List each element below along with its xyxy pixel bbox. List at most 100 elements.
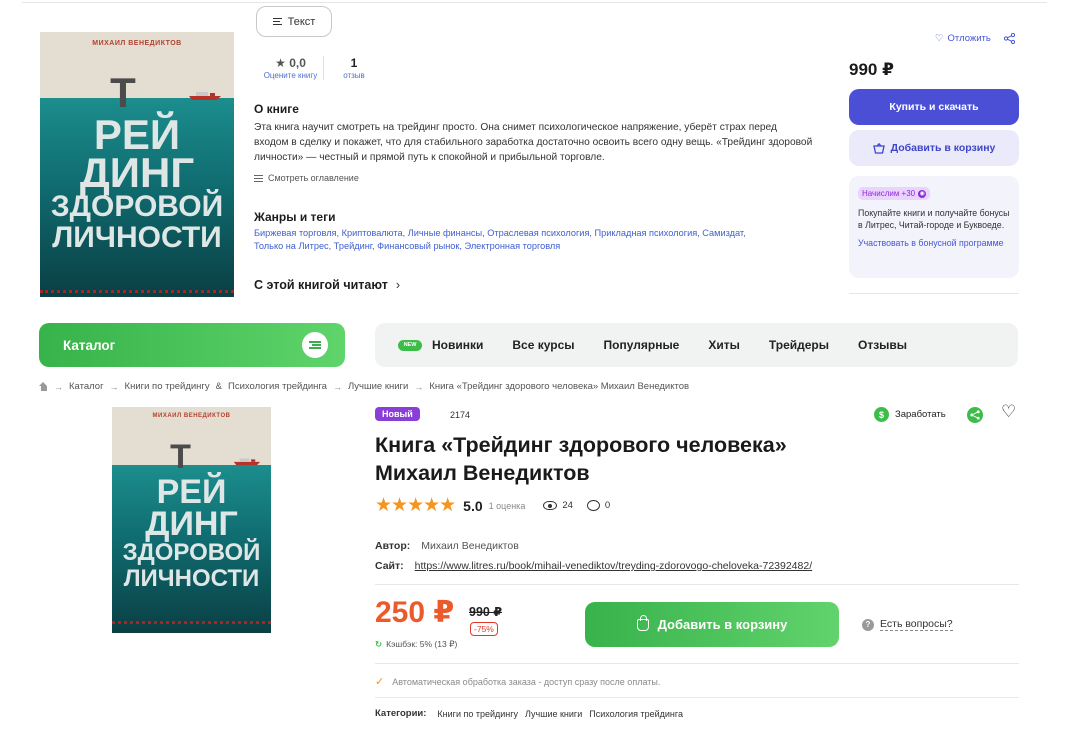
bonus-card: Начислим +30 ◉ Покупайте книги и получай…	[849, 176, 1019, 278]
author-label: Автор:	[375, 540, 411, 552]
reviews-block[interactable]: 1 отзыв	[334, 56, 374, 80]
auto-note-text: Автоматическая обработка заказа - доступ…	[392, 676, 661, 687]
eye-icon	[543, 501, 558, 510]
catalog-button[interactable]: Каталог	[39, 323, 345, 367]
divider	[375, 663, 1019, 664]
home-icon[interactable]	[39, 382, 48, 391]
text-format-button[interactable]: Текст	[256, 6, 332, 37]
reviews-count: 1	[350, 56, 358, 70]
star-rating-icon[interactable]: ★★★★★	[375, 496, 456, 515]
divider	[849, 293, 1019, 294]
cashback-info: ↻ Кэшбэк: 5% (13 ₽)	[375, 639, 457, 650]
text-format-label: Текст	[287, 15, 316, 28]
book-cover-shop[interactable]: МИХАИЛ ВЕНЕДИКТОВ Т РЕЙ ДИНГ ЗДОРОВОЙ ЛИ…	[112, 407, 271, 633]
questions-label: Есть вопросы?	[880, 618, 953, 631]
litres-add-to-cart-button[interactable]: Добавить в корзину	[849, 130, 1019, 166]
bag-icon	[636, 614, 649, 631]
article-number: 2174	[450, 410, 471, 420]
tag-link[interactable]: Биржевая торговля	[254, 228, 337, 238]
heart-icon[interactable]: ♡	[1001, 403, 1016, 420]
check-icon: ✓	[375, 676, 385, 688]
earn-label: Заработать	[895, 409, 946, 420]
defer-button[interactable]: ♡ Отложить	[935, 33, 991, 44]
new-badge: NEW	[398, 339, 422, 351]
tag-link[interactable]: Электронная торговля	[465, 241, 561, 251]
tag-link[interactable]: Криптовалюта	[342, 228, 403, 238]
old-price: 990 ₽	[469, 605, 503, 619]
cover-title-line5: ЛИЧНОСТИ	[52, 221, 222, 254]
filter-menu-icon	[302, 332, 328, 358]
tag-link[interactable]: Прикладная психология	[595, 228, 698, 238]
nav-item-popular[interactable]: Популярные	[604, 338, 680, 352]
earn-link[interactable]: $ Заработать	[874, 407, 946, 422]
breadcrumb-item[interactable]: Книги по трейдингу	[125, 381, 210, 392]
cover-title-line4: ЗДОРОВОЙ	[50, 190, 224, 223]
toc-link[interactable]: Смотреть оглавление	[254, 173, 359, 183]
tag-link[interactable]: Самиздат	[702, 228, 743, 238]
book-cover-litres[interactable]: МИХАИЛ ВЕНЕДИКТОВ Т РЕЙ ДИНГ ЗДОРОВОЙ ЛИ…	[40, 32, 234, 297]
buy-download-button[interactable]: Купить и скачать	[849, 89, 1019, 125]
tag-link[interactable]: Отраслевая психология	[487, 228, 589, 238]
category-link[interactable]: Психология трейдинга	[589, 709, 683, 719]
tag-link[interactable]: Личные финансы	[408, 228, 482, 238]
auto-processing-note: ✓ Автоматическая обработка заказа - дост…	[375, 675, 660, 688]
views-count: 24	[562, 500, 573, 511]
cover-title-line1: Т	[110, 69, 136, 116]
categories-label: Категории:	[375, 708, 427, 719]
add-to-cart-button[interactable]: Добавить в корзину	[585, 602, 839, 647]
current-price: 250 ₽	[375, 596, 455, 629]
cover-author: МИХАИЛ ВЕНЕДИКТОВ	[152, 413, 231, 419]
share-icon[interactable]	[967, 407, 983, 423]
rating-count[interactable]: 1 оценка	[489, 501, 526, 511]
rate-book-link[interactable]: Оцените книгу	[258, 71, 323, 80]
nav-item-reviews[interactable]: Отзывы	[858, 338, 907, 352]
arrow-right-icon: →	[414, 381, 424, 392]
author-row: Автор: Михаил Венедиктов	[375, 540, 519, 552]
site-label: Сайт:	[375, 560, 404, 572]
nav-label: Новинки	[432, 338, 484, 352]
questions-link[interactable]: ? Есть вопросы?	[862, 618, 953, 631]
tag-link[interactable]: Трейдинг	[334, 241, 372, 251]
category-link[interactable]: Лучшие книги	[525, 709, 582, 719]
toc-label: Смотреть оглавление	[268, 173, 359, 183]
add-to-cart-label: Добавить в корзину	[657, 617, 788, 632]
read-with-heading[interactable]: С этой книгой читают ›	[254, 278, 400, 292]
arrow-right-icon: →	[109, 381, 119, 392]
discount-badge: -75%	[470, 622, 498, 636]
bonus-points-icon: ◉	[918, 189, 927, 198]
bonus-chip-label: Начислим +30	[862, 189, 916, 198]
chevron-right-icon: ›	[395, 278, 400, 292]
comments-counter[interactable]: 0	[586, 500, 610, 511]
reviews-link[interactable]: отзыв	[334, 71, 374, 80]
cashback-icon: ↻	[375, 639, 383, 649]
rating-value: ★ 0,0	[275, 56, 306, 70]
breadcrumb-current: Книга «Трейдинг здорового человека» Миха…	[429, 381, 690, 392]
nav-item-hits[interactable]: Хиты	[708, 338, 740, 352]
cover-title-line5: ЛИЧНОСТИ	[123, 565, 260, 592]
heart-outline-icon: ♡	[935, 33, 944, 44]
cover-decoration	[112, 621, 271, 625]
tag-link[interactable]: Только на Литрес	[254, 241, 329, 251]
breadcrumb-item[interactable]: Каталог	[69, 381, 104, 392]
breadcrumb-item[interactable]: Психология трейдинга	[228, 381, 327, 392]
breadcrumb-item[interactable]: Лучшие книги	[348, 381, 408, 392]
cover-title-line4: ЗДОРОВОЙ	[122, 539, 261, 566]
rating-row: ★★★★★ 5.0 1 оценка 24 0	[375, 496, 610, 515]
bonus-program-link[interactable]: Участвовать в бонусной программе	[858, 237, 1010, 249]
list-icon	[254, 174, 263, 182]
rating-block[interactable]: ★ 0,0 Оцените книгу	[258, 56, 324, 80]
comment-icon	[586, 500, 600, 511]
catalog-label: Каталог	[63, 337, 116, 353]
cover-author: МИХАИЛ ВЕНЕДИКТОВ	[92, 40, 182, 47]
read-with-label: С этой книгой читают	[254, 278, 388, 292]
nav-item-traders[interactable]: Трейдеры	[769, 338, 829, 352]
tag-link[interactable]: Финансовый рынок	[377, 241, 459, 251]
site-link[interactable]: https://www.litres.ru/book/mihail-venedi…	[415, 560, 812, 572]
nav-item-all-courses[interactable]: Все курсы	[512, 338, 574, 352]
nav-item-new[interactable]: NEW Новинки	[398, 338, 483, 352]
category-link[interactable]: Книги по трейдингу	[437, 709, 518, 719]
about-heading: О книге	[254, 102, 299, 116]
divider	[375, 697, 1019, 698]
share-icon[interactable]	[1003, 32, 1016, 47]
cashback-text: Кэшбэк: 5% (13 ₽)	[386, 639, 458, 649]
